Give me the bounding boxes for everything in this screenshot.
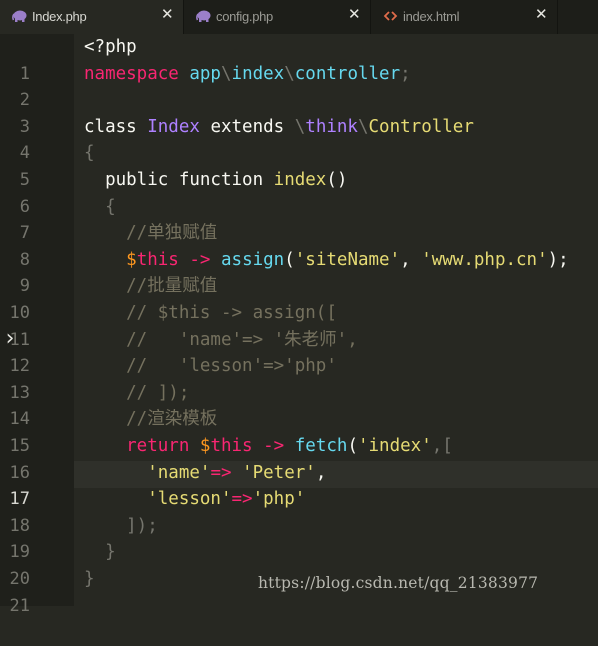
code-token: extends [199, 116, 295, 137]
code-token: 'www.php.cn' [421, 249, 548, 270]
close-icon[interactable]: ✕ [535, 5, 548, 23]
code-line[interactable]: 8 //单独赋值 [0, 220, 598, 270]
code-token: public function [84, 170, 274, 190]
code-line[interactable]: 13 // 'lesson'=>'php' [0, 353, 598, 403]
code-line[interactable]: 12 // 'name'=> '朱老师', [0, 327, 598, 377]
code-token: \ [357, 116, 369, 137]
code-token: fetch [294, 436, 348, 456]
code-line[interactable]: 9 $this -> assign('siteName', 'www.php.c… [0, 247, 598, 297]
code-token: index [231, 63, 285, 84]
code-token: 'index' [357, 436, 432, 456]
tab-label: Index.php [32, 9, 87, 24]
code-token: ; [400, 63, 411, 84]
code-token: \ [294, 116, 306, 137]
watermark: https://blog.csdn.net/qq_21383977 [258, 574, 539, 592]
close-icon[interactable]: ✕ [348, 5, 361, 23]
code-token: this [210, 436, 253, 456]
code-token: ( [284, 249, 295, 270]
code-token: ]); [84, 515, 158, 536]
code-token: 'siteName' [294, 249, 401, 270]
close-icon[interactable]: ✕ [161, 5, 174, 23]
code-token: -> [178, 249, 221, 270]
php-elephant-icon [12, 10, 27, 22]
tab-index-html[interactable]: index.html ✕ [371, 0, 558, 34]
code-token: Controller [368, 116, 474, 137]
code-token: } [84, 569, 95, 589]
code-token: this [136, 249, 179, 270]
code-token: index [273, 170, 327, 190]
code-token: 'Peter' [231, 462, 316, 483]
code-token: 'name' [147, 462, 211, 483]
code-token: , [400, 249, 422, 270]
code-token: 'php' [252, 489, 306, 510]
code-comment: // $this -> assign([ [84, 303, 337, 323]
tab-label: config.php [216, 9, 273, 24]
code-line[interactable]: 7 { [0, 194, 598, 244]
code-line[interactable]: 20 } [0, 539, 598, 589]
tab-label: index.html [403, 9, 460, 24]
code-token: app [178, 63, 221, 84]
code-comment: //批量赋值 [84, 276, 218, 297]
code-token: { [84, 196, 116, 217]
code-comment: //渲染模板 [84, 409, 218, 430]
code-line[interactable]: 18 'lesson'=>'php' [0, 486, 598, 536]
code-line[interactable]: 19 ]); [0, 513, 598, 563]
code-token: assign [221, 249, 285, 270]
code-token: () [326, 170, 348, 190]
code-token: namespace [84, 63, 179, 84]
code-token: $ [189, 436, 211, 456]
code-token: class [84, 116, 148, 137]
code-line[interactable]: 6 public function index() [0, 167, 598, 217]
code-line[interactable]: 11 // $this -> assign([ [0, 300, 598, 350]
code-token: Index [147, 116, 200, 137]
php-elephant-icon [196, 10, 211, 22]
code-token: => [210, 462, 232, 483]
code-token: => [231, 489, 253, 510]
code-token: $ [84, 249, 137, 270]
code-comment: // ]); [84, 382, 190, 403]
code-line[interactable]: 4 class Index extends \think\Controller [0, 114, 598, 164]
code-token: } [84, 542, 116, 563]
tab-index-php[interactable]: Index.php ✕ [0, 0, 184, 34]
html-code-icon [383, 11, 398, 21]
sidebar-toggle-arrow-icon[interactable]: › [0, 326, 20, 352]
tab-bar: Index.php ✕ config.php ✕ index.html ✕ [0, 0, 598, 34]
code-line[interactable]: 14 // ]); [0, 380, 598, 430]
code-line[interactable]: 3 [0, 87, 598, 137]
tab-bar-empty [558, 0, 598, 34]
code-line[interactable]: 1 <?php [0, 34, 598, 84]
code-token: \ [220, 63, 232, 84]
code-token: 'lesson' [147, 489, 232, 510]
code-comment: //单独赋值 [84, 223, 218, 244]
code-line[interactable]: 15 //渲染模板 [0, 406, 598, 456]
tab-config-php[interactable]: config.php ✕ [184, 0, 371, 34]
code-line[interactable]: 17 'name'=> 'Peter', [0, 460, 598, 510]
code-token: ); [547, 249, 569, 270]
code-token: controller [294, 63, 401, 84]
code-token: think [305, 116, 358, 137]
code-line[interactable]: 10 //批量赋值 [0, 273, 598, 323]
code-line[interactable]: 16 return $this -> fetch('index',[ [0, 433, 598, 483]
code-token: { [84, 143, 95, 164]
code-line[interactable]: 5 { [0, 140, 598, 190]
code-token: -> [252, 436, 295, 456]
code-line[interactable]: 2 namespace app\index\controller; [0, 61, 598, 111]
code-token: , [315, 462, 327, 483]
code-token: ( [347, 436, 358, 456]
code-token: \ [284, 63, 295, 84]
code-token: ,[ [431, 436, 453, 456]
code-comment: // 'name'=> '朱老师', [84, 329, 358, 350]
code-token: <?php [84, 37, 137, 57]
code-token: return [84, 436, 190, 456]
code-comment: // 'lesson'=>'php' [84, 356, 337, 377]
